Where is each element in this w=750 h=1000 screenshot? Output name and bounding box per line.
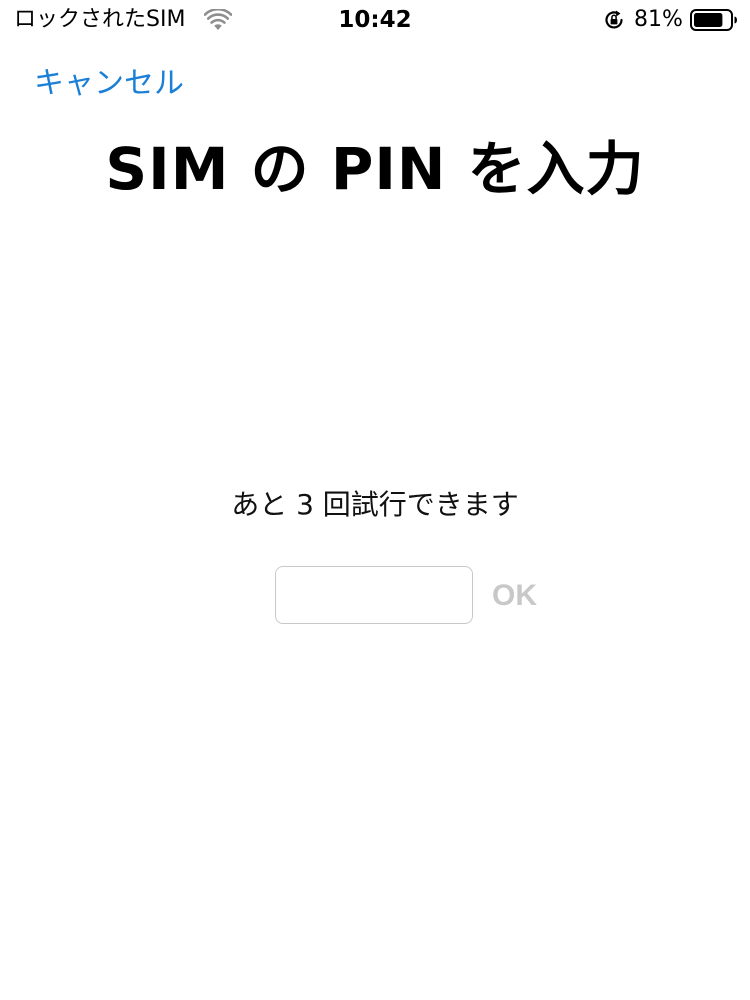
attempts-remaining-message: あと 3 回試行できます — [231, 488, 519, 521]
lock-rotation-icon — [605, 10, 623, 29]
carrier-label: ロックされたSIM — [14, 7, 186, 32]
status-bar: ロックされたSIM 10:42 81% — [0, 0, 750, 40]
cancel-button[interactable]: キャンセル — [34, 64, 184, 104]
battery-icon — [690, 9, 737, 31]
pin-input[interactable] — [275, 566, 473, 624]
wifi-icon — [204, 9, 232, 30]
page-title: SIM の PIN を入力 — [105, 135, 645, 203]
battery-percent: 81% — [634, 7, 683, 32]
ok-button[interactable]: OK — [492, 576, 537, 616]
